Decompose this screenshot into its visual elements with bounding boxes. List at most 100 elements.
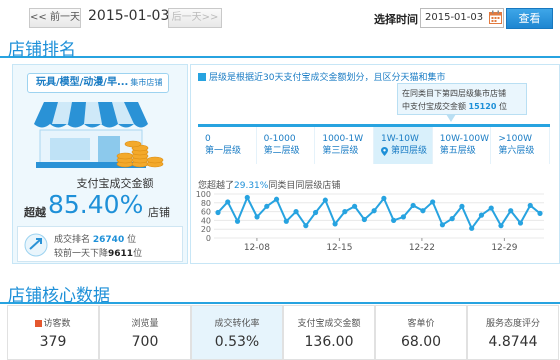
card-label: 浏览量 [131,319,159,329]
data-point [254,214,260,220]
tier-range: 1000-1W [322,134,364,144]
card-value: 700 [131,334,159,350]
tier-2[interactable]: 0-1000 第二层级 [257,127,316,164]
tier-legend-text: 层级是根据近30天支付宝成交金额划分，且区分天猫和集市 [209,73,446,83]
select-time-label: 选择时间 [374,13,418,26]
card-label: 支付宝成交金额 [297,319,361,329]
tier-3[interactable]: 1000-1W 第三层级 [315,127,375,164]
tier-4[interactable]: 1W-10W 第四层级 [374,127,433,164]
y-tick-label: 100 [196,190,211,199]
category-tag[interactable]: 玩具/模型/动漫/早... 集市店铺 [27,73,169,93]
data-point [469,225,475,231]
x-tick-label: 12-22 [409,243,435,253]
info-value: 15120 [468,102,497,111]
tier-range: 0-1000 [263,134,296,144]
tier-5[interactable]: 10W-100W 第五层级 [433,127,492,164]
exceed-percent-row: 超越 85.40% 店铺 [24,190,184,220]
calendar-icon[interactable] [489,10,502,24]
x-tick-label: 12-15 [326,243,352,253]
legend-marker-icon [198,73,206,81]
y-tick-label: 40 [201,216,211,225]
info-line-2: 中支付宝成交金额 15120 位 [402,100,522,113]
tier-1[interactable]: 0 第一层级 [198,127,257,164]
next-day-button[interactable]: 后一天>> [168,8,222,28]
card-conversion-rate[interactable]: 成交转化率 0.53% [191,305,283,360]
shop-illustration-icon [34,102,164,168]
data-point [517,220,524,226]
core-section-header: 店铺核心数据 [0,280,560,306]
data-point [352,203,358,209]
card-value: 0.53% [214,334,260,350]
card-value: 136.00 [304,334,354,350]
query-button[interactable]: 查看 [506,8,553,29]
data-point [400,214,406,220]
data-point [332,221,338,227]
data-point [459,203,465,209]
category-tag-sub: 集市店铺 [130,78,163,87]
card-label: 成交转化率 [214,319,260,329]
card-avg-order-price[interactable]: 客单价 68.00 [375,305,467,360]
card-service-rating[interactable]: 服务态度评分 4.8744 [467,305,559,360]
data-point [420,208,426,214]
ranking-section-header: 店铺排名 [0,34,560,60]
flag-icon [35,320,43,327]
tier-6[interactable]: >100W 第六层级 [491,127,551,164]
data-point [488,205,494,211]
txn-rank-value: 26740 [92,235,125,245]
tier-range: >100W [498,134,532,144]
ranking-section-title: 店铺排名 [8,40,76,60]
data-point [264,203,270,209]
data-point [391,217,397,223]
card-value: 379 [39,334,67,350]
card-pageviews[interactable]: 浏览量 700 [99,305,191,360]
tier-bar: 0 第一层级 0-1000 第二层级 1000-1W 第三层级 1W-10W 第四层级… [198,124,551,164]
core-metrics-cards: 访客数 379 浏览量 700 成交转化率 0.53% 支付宝成交金额 136.… [7,305,560,360]
info-pointer-icon [446,114,456,122]
x-tick-label: 12-29 [491,243,517,253]
info-line-1: 在同类目下第四层级集市店铺 [402,89,506,98]
rank-arrow-icon [24,233,48,257]
tier-name: 第六层级 [498,146,535,156]
card-visitors[interactable]: 访客数 379 [7,305,99,360]
y-tick-label: 0 [206,234,211,243]
data-point [537,210,543,216]
compare-value: 9611 [108,249,134,259]
data-point [430,199,436,205]
compare-label: 较前一天下降 [54,249,109,259]
data-point [312,209,319,216]
top-bar: << 前一天 2015-01-03 后一天>> 选择时间 2015-01-03 … [0,0,560,34]
tier-info-box: 在同类目下第四层级集市店铺 中支付宝成交金额 15120 位 [397,83,527,115]
prev-day-button[interactable]: << 前一天 [29,8,81,28]
data-point [273,196,280,202]
data-point [371,208,377,214]
current-date: 2015-01-03 [88,8,170,24]
card-alipay-amount[interactable]: 支付宝成交金额 136.00 [283,305,375,360]
txn-rank-label: 成交排名 [54,235,91,245]
card-label: 访客数 [8,316,98,329]
data-point [342,209,348,215]
metric-label: 支付宝成交金额 [76,177,154,190]
compare-line: 较前一天下降9611位 [54,246,142,259]
data-point [215,209,221,216]
info-unit: 位 [498,102,507,111]
tier-name: 第五层级 [439,146,476,156]
x-tick-label: 12-08 [244,243,270,253]
txn-rank-unit: 位 [127,235,137,245]
data-point [234,218,241,224]
data-point [225,199,231,205]
data-point [478,212,485,218]
data-point [381,195,387,201]
category-tag-text: 玩具/模型/动漫/早... [36,77,129,88]
core-section-title: 店铺核心数据 [8,286,110,306]
exceed-prefix: 超越 [24,206,46,219]
txn-rank-line: 成交排名 26740 位 [54,232,136,245]
tier-range: 1W-10W [381,134,419,144]
y-tick-label: 60 [201,208,211,217]
data-point [410,202,416,209]
location-pin-icon [381,147,389,156]
card-label: 服务态度评分 [485,319,540,329]
exceed-percent: 85.40% [48,190,144,219]
data-point [361,216,367,223]
tier-name: 第四层级 [391,146,428,156]
data-point [508,208,514,214]
